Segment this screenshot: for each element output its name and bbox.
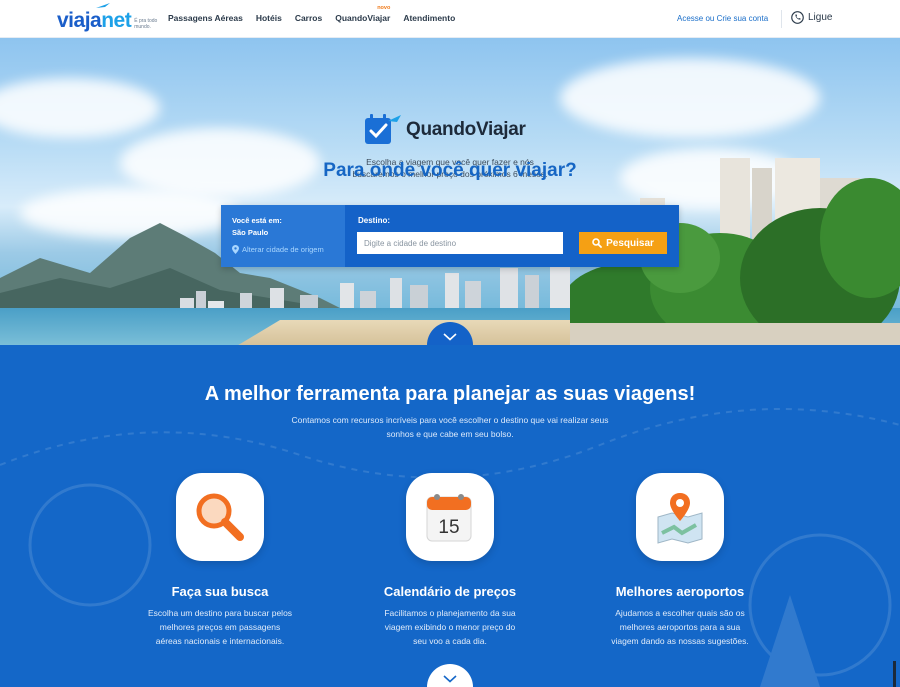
top-navigation-bar: viajanet É pra todo mundo. Passagens Aér…	[0, 0, 900, 38]
features-section: A melhor ferramenta para planejar as sua…	[0, 345, 900, 687]
hero-banner: QuandoViajar Escolha a viagem que você q…	[0, 38, 900, 345]
header-divider	[781, 10, 782, 28]
nav-quandoviajar[interactable]: QuandoViajar novo	[335, 5, 391, 23]
login-link[interactable]: Acesse ou Crie sua conta	[677, 14, 768, 23]
change-origin-label: Alterar cidade de origem	[242, 245, 324, 254]
origin-box: Você está em: São Paulo Alterar cidade d…	[221, 205, 345, 267]
nav-quandoviajar-label: QuandoViajar	[335, 13, 391, 23]
logo-tagline: É pra todo mundo.	[134, 18, 158, 30]
feature-title: Faça sua busca	[171, 584, 269, 599]
change-origin-link[interactable]: Alterar cidade de origem	[232, 245, 324, 254]
feature-description: Ajudamos a escolher quais são os melhore…	[600, 606, 760, 648]
calendar-day-number: 15	[438, 517, 459, 538]
logo-accent-text: net	[101, 9, 132, 32]
nav-atendimento[interactable]: Atendimento	[403, 13, 455, 23]
magnifier-icon	[196, 493, 244, 541]
new-badge: novo	[377, 5, 391, 11]
calendar-icon: 15	[426, 494, 472, 542]
features-subtitle: Contamos com recursos incríveis para voc…	[260, 413, 640, 441]
features-title: A melhor ferramenta para planejar as sua…	[204, 383, 696, 405]
viajanet-logo[interactable]: viajanet É pra todo mundo.	[57, 3, 158, 33]
feature-description-line: viagem dando as nossas sugestões.	[611, 636, 749, 646]
location-pin-icon	[232, 245, 239, 254]
nav-carros[interactable]: Carros	[295, 13, 322, 23]
feature-description-line: Facilitamos o planejamento da sua	[384, 608, 516, 618]
chevron-down-icon	[443, 675, 457, 683]
cloud	[560, 58, 820, 138]
destination-input[interactable]	[357, 232, 563, 254]
feature-description-line: melhores preços em passagens	[159, 622, 281, 632]
nav-hoteis[interactable]: Hotéis	[256, 13, 282, 23]
feature-description: Facilitamos o planejamento da sua viagem…	[370, 606, 530, 648]
cloud	[0, 78, 160, 138]
main-nav: Passagens Aéreas Hotéis Carros QuandoVia…	[168, 5, 468, 23]
calendar-check-icon	[365, 114, 401, 144]
feature-description-line: Ajudamos a escolher quais são os	[615, 608, 745, 618]
logo-main-text: viaja	[57, 9, 102, 32]
search-icon	[592, 238, 602, 248]
phone-icon	[791, 11, 804, 24]
origin-city: São Paulo	[232, 228, 269, 237]
hero-title: Para onde você quer viajar?	[323, 160, 577, 181]
logo-wordmark: viajanet	[57, 9, 132, 33]
origin-label: Você está em:	[232, 216, 282, 225]
features-subtitle-line1: Contamos com recursos incríveis para voc…	[291, 415, 609, 425]
destination-label: Destino:	[358, 216, 390, 225]
logo-plane-icon	[96, 3, 110, 8]
feature-description-line: Escolha um destino para buscar pelos	[147, 608, 293, 618]
features-subtitle-line2: sonhos e que cabe em seu bolso.	[386, 429, 514, 439]
chevron-down-icon	[443, 333, 457, 341]
call-label: Ligue	[808, 12, 833, 23]
feature-description-line: aéreas nacionais e internacionais.	[155, 636, 285, 646]
feature-icon-box: 15	[406, 473, 494, 561]
scrollbar-thumb[interactable]	[893, 661, 896, 687]
feature-icon-box	[176, 473, 264, 561]
search-button-label: Pesquisar	[606, 237, 654, 249]
feature-description-line: seu voo a cada dia.	[413, 636, 487, 646]
feature-description-line: melhores aeroportos para a sua	[619, 622, 741, 632]
feature-title: Melhores aeroportos	[615, 584, 745, 599]
feature-icon-box	[636, 473, 724, 561]
search-panel: Você está em: São Paulo Alterar cidade d…	[221, 205, 679, 267]
map-pin-icon	[657, 493, 703, 544]
call-button[interactable]: Ligue	[791, 11, 832, 24]
search-button[interactable]: Pesquisar	[579, 232, 667, 254]
quandoviajar-wordmark: QuandoViajar	[406, 119, 526, 140]
feature-title: Calendário de preços	[383, 584, 517, 599]
feature-description-line: viagem exibindo o menor preço do	[384, 622, 516, 632]
nav-passagens-aereas[interactable]: Passagens Aéreas	[168, 13, 243, 23]
quandoviajar-logo: QuandoViajar	[364, 113, 526, 147]
feature-description: Escolha um destino para buscar pelos mel…	[140, 606, 300, 648]
